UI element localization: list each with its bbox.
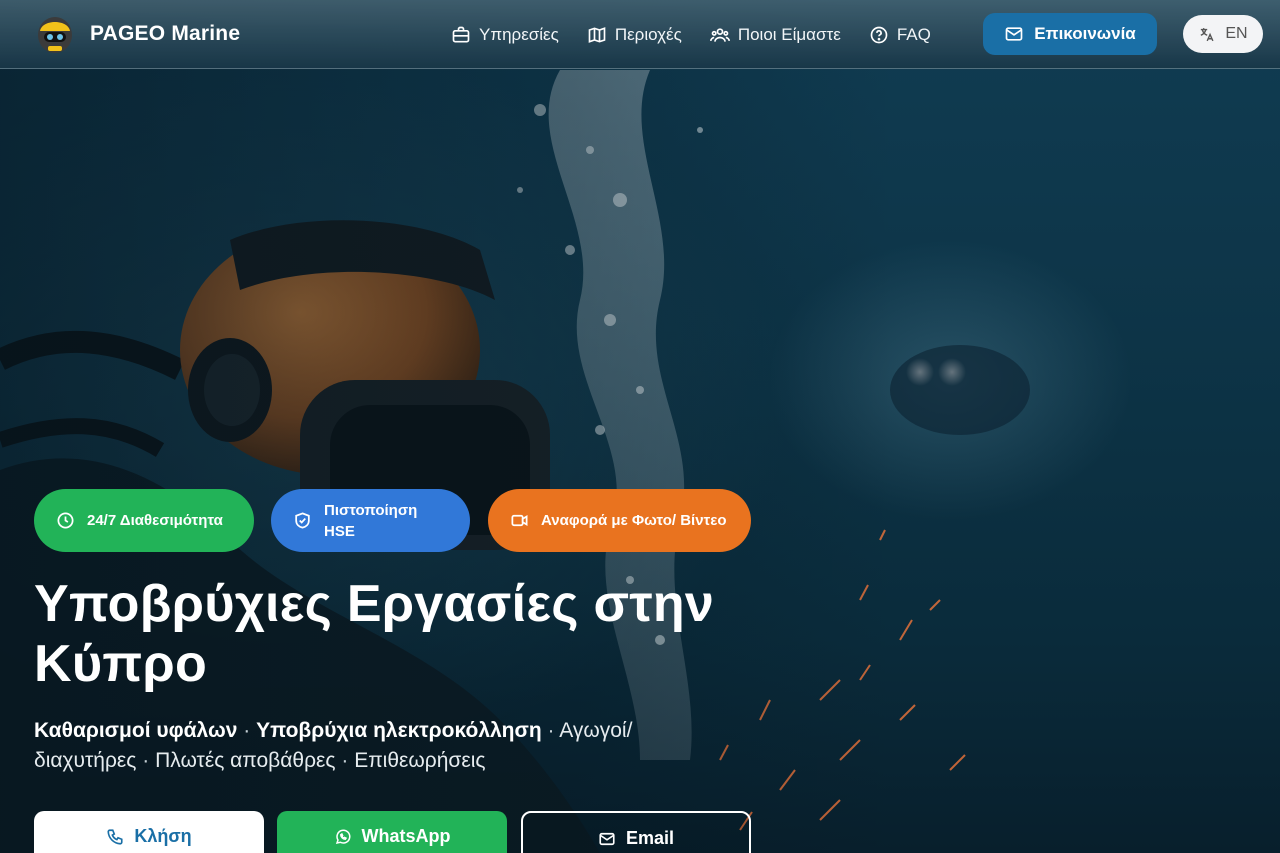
nav-item-label: FAQ — [896, 24, 931, 44]
clock-icon — [57, 512, 74, 529]
whatsapp-button-label: WhatsApp — [361, 826, 451, 846]
badge-hse-certification: Πιστοποίηση HSE — [271, 489, 470, 552]
service-item: Υποβρύχια ηλεκτροκόλληση — [256, 719, 542, 742]
separator: · — [547, 719, 555, 742]
nav-item-about[interactable]: Ποιοι Είμαστε — [709, 24, 841, 45]
top-navbar: PAGEO Marine Υπηρεσίες Περιοχές Ποιοι Εί… — [0, 0, 1280, 69]
nav-item-areas[interactable]: Περιοχές — [587, 25, 682, 45]
call-button[interactable]: Κλήση — [34, 811, 264, 853]
phone-icon — [107, 829, 123, 845]
hero-title: Υποβρύχιες Εργασίες στην Κύπρο — [34, 575, 715, 693]
users-icon — [709, 27, 730, 42]
nav-item-label: Υπηρεσίες — [479, 24, 559, 44]
call-button-label: Κλήση — [134, 826, 192, 846]
shield-check-icon — [295, 512, 310, 529]
badge-label: Αναφορά με Φωτο/ Βίντεο — [541, 512, 727, 529]
language-label: EN — [1225, 25, 1248, 42]
badge-photo-video-report: Αναφορά με Φωτο/ Βίντεο — [488, 489, 751, 552]
contact-button-label: Επικοινωνία — [1034, 24, 1136, 43]
nav-item-label: Ποιοι Είμαστε — [737, 24, 841, 44]
mail-icon — [1005, 27, 1023, 41]
nav-item-faq[interactable]: FAQ — [869, 25, 931, 45]
badge-availability: 24/7 Διαθεσιμότητα — [34, 489, 254, 552]
hero-services-list: Καθαρισμοί υφάλων · Υποβρύχια ηλεκτροκόλ… — [34, 716, 724, 776]
whatsapp-icon — [335, 829, 350, 845]
separator: · — [341, 749, 349, 772]
translate-icon — [1200, 27, 1214, 41]
language-switch-button[interactable]: EN — [1183, 15, 1263, 53]
email-button[interactable]: Email — [521, 811, 751, 853]
separator: · — [142, 749, 150, 772]
diver-helmet-icon — [38, 17, 72, 53]
service-item: Καθαρισμοί υφάλων — [34, 719, 238, 742]
help-circle-icon — [870, 26, 888, 43]
badge-label: 24/7 Διαθεσιμότητα — [87, 512, 223, 529]
badge-label: Πιστοποίηση HSE — [324, 501, 418, 540]
mail-icon — [599, 832, 615, 846]
contact-button[interactable]: Επικοινωνία — [983, 13, 1157, 55]
service-item: Επιθεωρήσεις — [354, 749, 486, 772]
service-item: Πλωτές αποβάθρες — [155, 749, 336, 772]
nav-item-services[interactable]: Υπηρεσίες — [451, 25, 559, 45]
whatsapp-button[interactable]: WhatsApp — [277, 811, 507, 853]
brand[interactable]: PAGEO Marine — [36, 13, 240, 55]
brand-name: PAGEO Marine — [90, 22, 241, 45]
separator: · — [243, 719, 251, 742]
nav-item-label: Περιοχές — [614, 24, 682, 44]
email-button-label: Email — [625, 828, 675, 848]
video-icon — [511, 514, 528, 527]
main-nav: Υπηρεσίες Περιοχές Ποιοι Είμαστε FAQ — [451, 0, 959, 69]
map-icon — [588, 26, 606, 43]
briefcase-icon — [452, 26, 470, 42]
